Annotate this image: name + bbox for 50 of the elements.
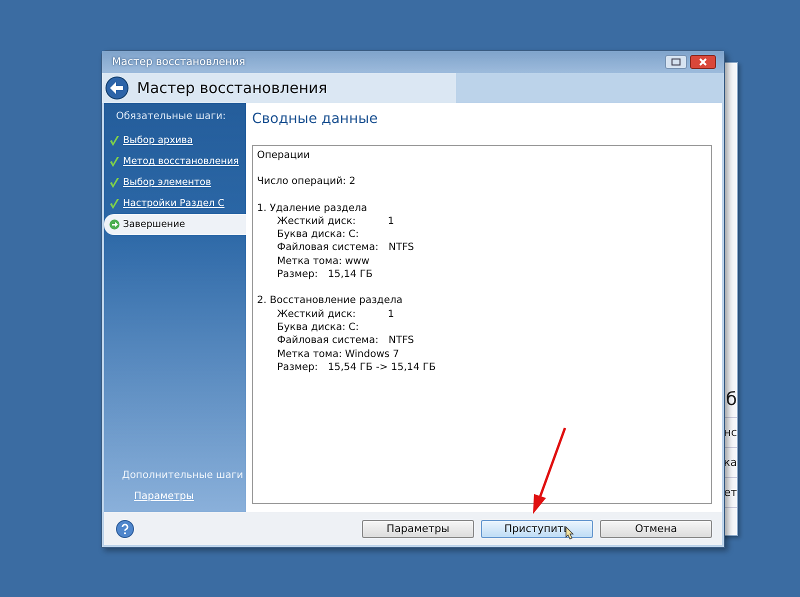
field-value: NTFS bbox=[388, 335, 414, 348]
check-icon bbox=[109, 134, 120, 146]
field-label: Размер: bbox=[277, 362, 318, 375]
field-value: www bbox=[344, 256, 370, 269]
field-label: Метка тома: bbox=[277, 348, 342, 362]
dialog-button[interactable]: Параметры bbox=[362, 520, 474, 538]
current-step[interactable]: Завершение bbox=[104, 214, 246, 235]
step-item[interactable]: Метод восстановления bbox=[104, 151, 246, 172]
operation-title: 1. Удаление раздела bbox=[257, 202, 368, 216]
field-value: C: bbox=[348, 322, 359, 335]
step-link[interactable]: Настройки Раздел С bbox=[123, 198, 224, 209]
step-item[interactable]: Настройки Раздел С bbox=[104, 193, 246, 214]
dialog-button[interactable]: Отмена bbox=[600, 520, 712, 538]
field-label: Жесткий диск: bbox=[277, 308, 356, 322]
step-link[interactable]: Выбор элементов bbox=[123, 177, 212, 188]
window-title: Мастер восстановления bbox=[112, 56, 246, 68]
summary-text: Число операций: 2 bbox=[257, 176, 356, 190]
close-icon[interactable] bbox=[690, 55, 716, 69]
field-label: Жесткий диск: bbox=[277, 216, 356, 229]
restore-icon[interactable] bbox=[665, 55, 687, 69]
field-value: 15,54 ГБ -> 15,14 ГБ bbox=[328, 362, 436, 375]
field-value: 1 bbox=[388, 216, 394, 229]
field-value: NTFS bbox=[388, 242, 414, 256]
step-item[interactable]: Выбор архива bbox=[104, 130, 246, 151]
sidebar-label: Обязательные шаги: bbox=[115, 111, 227, 124]
section-heading: Сводные данные bbox=[252, 111, 379, 127]
wizard-title: Мастер восстановления bbox=[137, 79, 328, 97]
step-item[interactable]: Выбор элементов bbox=[104, 172, 246, 193]
field-label: Файловая система: bbox=[277, 242, 378, 256]
field-label: Буква диска: bbox=[277, 322, 346, 335]
field-label: Метка тома: bbox=[277, 256, 342, 269]
field-label: Файловая система: bbox=[277, 335, 378, 348]
operation-title: 2. Восстановление раздела bbox=[257, 295, 402, 308]
field-value: Windows 7 bbox=[344, 348, 400, 362]
arrow-right-icon bbox=[109, 219, 120, 230]
summary-text: Операции bbox=[257, 150, 310, 163]
step-link[interactable]: Выбор архива bbox=[123, 135, 193, 146]
field-label: Буква диска: bbox=[277, 229, 346, 242]
field-value: 15,14 ГБ bbox=[328, 269, 373, 282]
back-icon[interactable] bbox=[105, 76, 129, 100]
help-icon[interactable] bbox=[116, 520, 134, 538]
check-icon bbox=[109, 156, 120, 168]
check-icon bbox=[109, 198, 120, 210]
field-value: C: bbox=[348, 229, 359, 242]
step-link[interactable]: Метод восстановления bbox=[123, 156, 239, 167]
field-value: 1 bbox=[388, 308, 394, 322]
check-icon bbox=[109, 176, 120, 188]
field-label: Размер: bbox=[277, 269, 318, 282]
sidebar-label: Дополнительные шаги bbox=[121, 470, 244, 483]
step-link[interactable]: Завершение bbox=[123, 219, 186, 230]
